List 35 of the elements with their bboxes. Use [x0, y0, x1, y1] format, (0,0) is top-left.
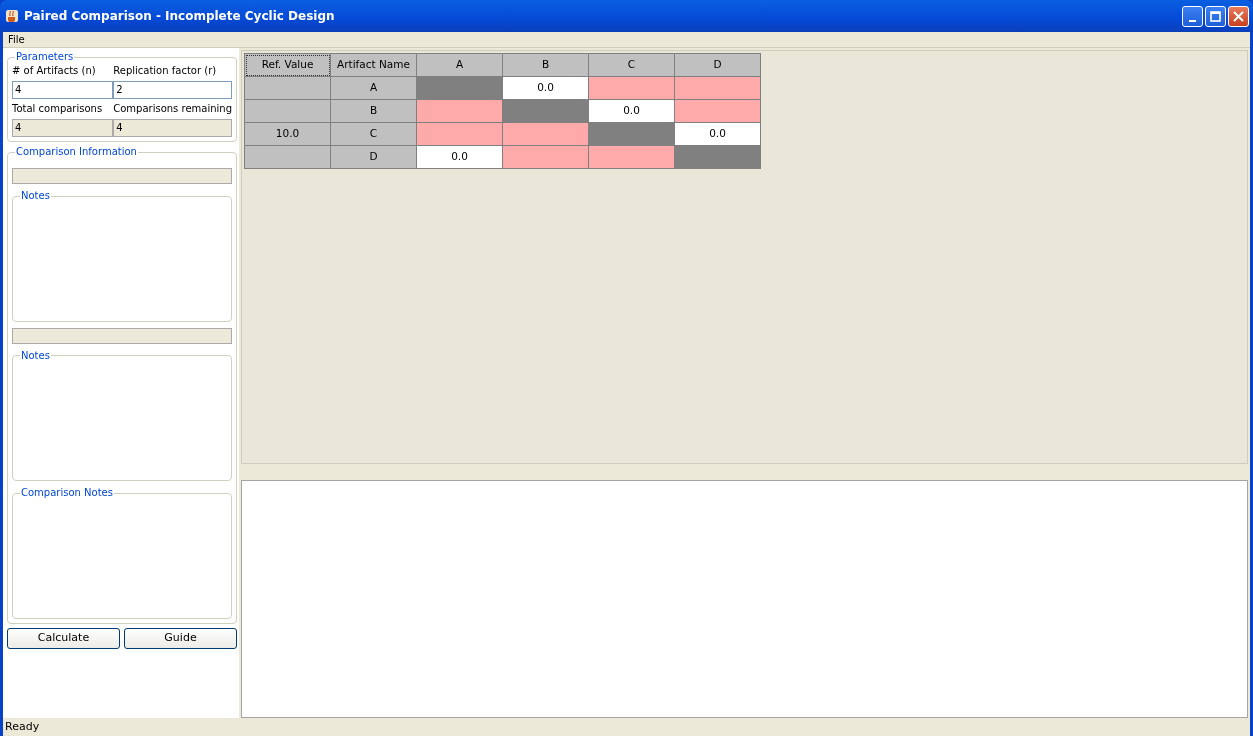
column-header: Ref. Value	[244, 53, 331, 77]
column-header: D	[674, 53, 761, 77]
window-title: Paired Comparison - Incomplete Cyclic Design	[24, 8, 336, 25]
minimize-button[interactable]	[1182, 5, 1203, 27]
input-field[interactable]: 2	[113, 81, 232, 99]
maximize-icon	[1209, 9, 1222, 23]
action-button[interactable]: Guide	[124, 628, 237, 649]
close-button[interactable]	[1228, 5, 1249, 27]
column-header: C	[588, 53, 675, 77]
notes-area[interactable]: Notes	[12, 190, 232, 322]
group-legend: Parameters	[15, 51, 75, 63]
field-label: Comparisons remaining	[113, 102, 232, 116]
group-legend: Comparison Notes	[20, 487, 114, 500]
input-field: 4	[12, 119, 114, 137]
notes-area[interactable]: Comparison Notes	[12, 487, 232, 619]
group-legend: Notes	[20, 190, 51, 202]
action-button[interactable]: Calculate	[7, 628, 120, 649]
notes-area[interactable]: Notes	[12, 349, 232, 482]
maximize-button[interactable]	[1205, 5, 1226, 27]
field-label: Replication factor (r)	[113, 64, 218, 78]
column-header: Artifact Name	[330, 53, 417, 77]
field-label: # of Artifacts (n)	[12, 64, 97, 78]
minimize-icon	[1189, 19, 1196, 22]
status-text: Ready	[4, 719, 41, 735]
java-cup-icon	[4, 8, 20, 24]
input-field: 4	[113, 119, 232, 137]
field-label: Total comparisons	[12, 102, 104, 116]
column-header: B	[502, 53, 589, 77]
menu-item[interactable]: File	[8, 32, 25, 47]
close-icon	[1232, 9, 1245, 23]
column-header: A	[416, 53, 503, 77]
group-legend: Notes	[20, 349, 51, 362]
group-legend: Comparison Information	[15, 146, 138, 158]
input-field[interactable]: 4	[12, 81, 114, 99]
table-cell: 10.0	[244, 122, 331, 146]
